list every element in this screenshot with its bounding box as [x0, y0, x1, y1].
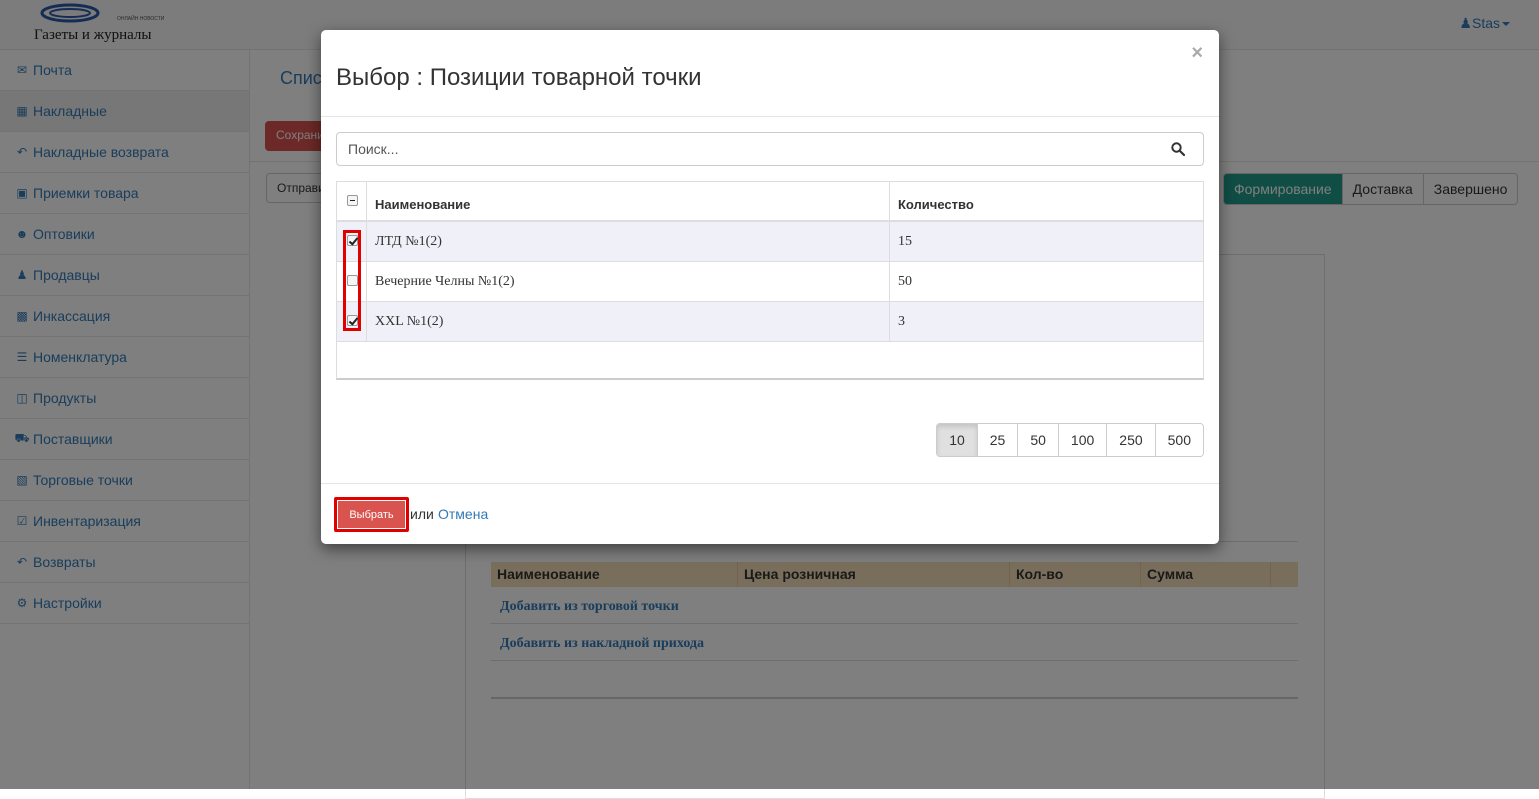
modal-title: Выбор : Позиции товарной точки	[336, 64, 702, 91]
row-name: Вечерние Челны №1(2)	[367, 262, 890, 301]
row-name: XXL №1(2)	[367, 302, 890, 341]
search-icon[interactable]	[1171, 142, 1185, 156]
page-size-500[interactable]: 500	[1154, 424, 1203, 456]
select-all-checkbox[interactable]	[347, 195, 358, 206]
select-button[interactable]: Выбрать	[334, 497, 409, 532]
close-icon[interactable]: ×	[1191, 42, 1203, 65]
page-size-250[interactable]: 250	[1106, 424, 1155, 456]
column-header-name[interactable]: Наименование	[367, 182, 890, 220]
row-name: ЛТД №1(2)	[367, 222, 890, 261]
page-size-25[interactable]: 25	[976, 424, 1018, 456]
table-empty-row	[337, 342, 1203, 378]
row-qty: 3	[898, 313, 905, 329]
table-row[interactable]: XXL №1(2) 3	[337, 302, 1203, 342]
page-size-50[interactable]: 50	[1017, 424, 1058, 456]
select-modal: Выбор : Позиции товарной точки × Наимено…	[321, 30, 1219, 544]
page-size-selector: 10 25 50 100 250 500	[936, 423, 1204, 457]
select-all-cell	[337, 182, 367, 220]
modal-header: Выбор : Позиции товарной точки ×	[321, 30, 1219, 117]
page-size-100[interactable]: 100	[1057, 424, 1107, 456]
table-row[interactable]: Вечерние Челны №1(2) 50	[337, 262, 1203, 302]
positions-table: Наименование Количество ЛТД №1(2) 15 Веч…	[336, 181, 1204, 380]
or-text: или	[410, 506, 434, 522]
modal-footer: Выбрать или Отмена	[321, 483, 1219, 544]
page-size-10[interactable]: 10	[937, 424, 977, 456]
column-header-qty[interactable]: Количество	[890, 182, 1203, 220]
table-header-row: Наименование Количество	[337, 182, 1203, 222]
cancel-link[interactable]: Отмена	[438, 506, 488, 522]
table-row[interactable]: ЛТД №1(2) 15	[337, 222, 1203, 262]
row-qty: 15	[898, 233, 912, 249]
search-box	[336, 132, 1204, 166]
highlight-box	[343, 230, 361, 331]
row-qty: 50	[898, 273, 912, 289]
search-input[interactable]	[337, 133, 1137, 165]
